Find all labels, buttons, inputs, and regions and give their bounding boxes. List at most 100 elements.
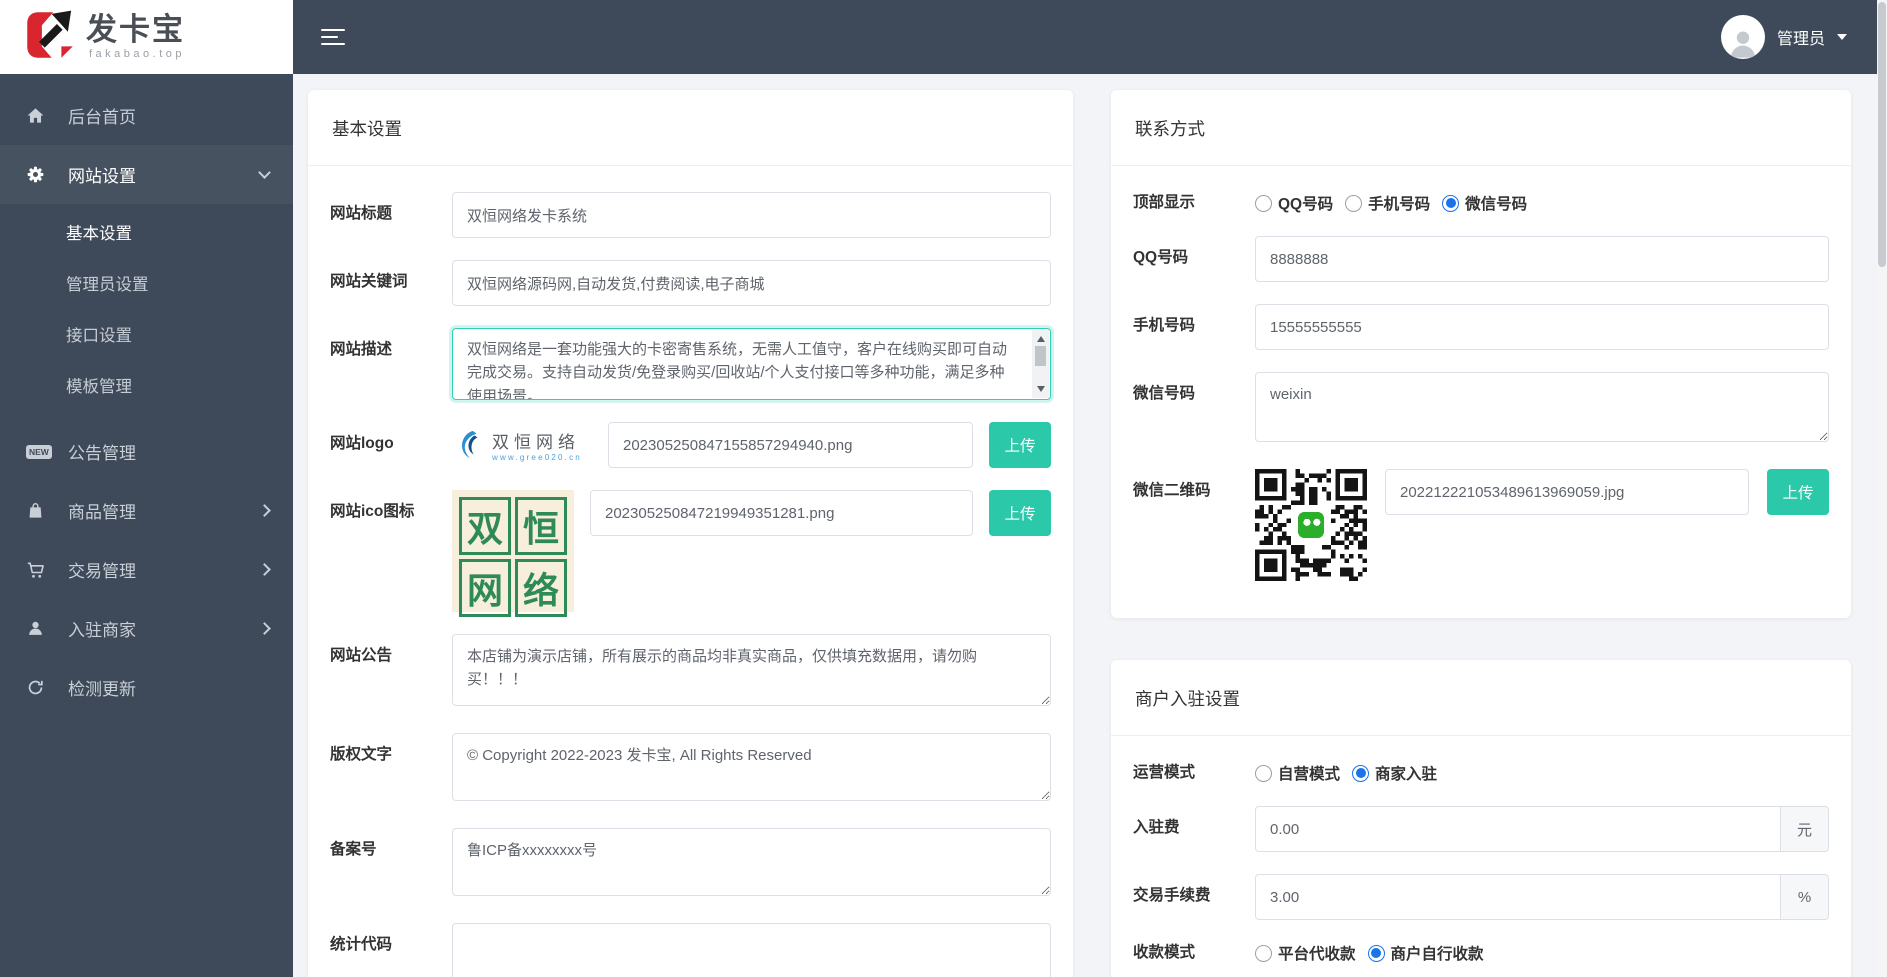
page-scrollbar[interactable] [1877, 0, 1887, 977]
sidebar-item-product-manage[interactable]: 商品管理 [0, 481, 293, 540]
radio-label: 微信号码 [1465, 196, 1528, 213]
site-ico-filename-input[interactable] [590, 490, 973, 536]
copyright-textarea[interactable]: © Copyright 2022-2023 发卡宝, All Rights Re… [452, 733, 1051, 801]
right-column: 联系方式 顶部显示 QQ号码 手机号码 微信号码 QQ号码 手机号码 [1111, 90, 1851, 977]
sidebar: 发卡宝 fakabao.top 后台首页 网站设置 基本设置 管理员设置 接口设… [0, 0, 293, 977]
sidebar-item-dashboard[interactable]: 后台首页 [0, 86, 293, 145]
sidebar-item-notice-manage[interactable]: NEW 公告管理 [0, 422, 293, 481]
form-row-fee-rate: 交易手续费 % [1133, 874, 1829, 920]
qq-number-input[interactable] [1255, 236, 1829, 282]
sidebar-item-label: 公告管理 [68, 444, 136, 463]
sidebar-item-trade-manage[interactable]: 交易管理 [0, 540, 293, 599]
wechat-id-textarea[interactable]: weixin [1255, 372, 1829, 442]
field-label: 版权文字 [330, 746, 393, 763]
radio-display-qq[interactable]: QQ号码 [1255, 192, 1333, 214]
site-keywords-input[interactable] [452, 260, 1051, 306]
radio-icon [1255, 194, 1272, 212]
radio-display-phone[interactable]: 手机号码 [1345, 192, 1430, 214]
brand-domain: fakabao.top [89, 48, 185, 61]
avatar [1720, 15, 1765, 59]
site-description-textarea[interactable]: 双恒网络是一套功能强大的卡密寄售系统，无需人工值守，客户在线购买即可自动完成交易… [452, 328, 1051, 400]
sidebar-item-label: 模板管理 [66, 377, 132, 396]
sidebar-item-api-settings[interactable]: 接口设置 [0, 308, 293, 359]
phone-number-input[interactable] [1255, 304, 1829, 350]
sidebar-item-check-update[interactable]: 检测更新 [0, 658, 293, 717]
form-row-top-display: 顶部显示 QQ号码 手机号码 微信号码 [1133, 192, 1829, 214]
form-row-wechat: 微信号码 weixin [1133, 372, 1829, 447]
contact-panel: 联系方式 顶部显示 QQ号码 手机号码 微信号码 QQ号码 手机号码 [1111, 90, 1851, 618]
chevron-right-icon [258, 622, 271, 635]
brand-logo-icon [24, 9, 76, 66]
field-label: 顶部显示 [1133, 193, 1196, 211]
sidebar-item-merchant[interactable]: 入驻商家 [0, 599, 293, 658]
field-label: 收款模式 [1133, 943, 1196, 961]
page-scrollbar-thumb[interactable] [1878, 2, 1886, 267]
sidebar-submenu: 基本设置 管理员设置 接口设置 模板管理 [0, 204, 293, 422]
form-row-site-notice: 网站公告 本店铺为演示店铺，所有展示的商品均非真实商品，仅供填充数据用，请勿购买… [330, 634, 1051, 711]
upload-qr-button[interactable]: 上传 [1767, 469, 1829, 515]
radio-platform-collect[interactable]: 平台代收款 [1255, 942, 1356, 964]
chevron-right-icon [258, 563, 271, 576]
unit-addon: % [1781, 874, 1829, 920]
form-row-copyright: 版权文字 © Copyright 2022-2023 发卡宝, All Righ… [330, 733, 1051, 806]
field-label: 微信二维码 [1133, 482, 1211, 499]
field-label: 网站关键词 [330, 273, 408, 290]
form-row-phone: 手机号码 [1133, 304, 1829, 350]
radio-merchant-mode[interactable]: 商家入驻 [1352, 762, 1437, 784]
radio-display-wechat[interactable]: 微信号码 [1442, 192, 1527, 214]
radio-selected-icon [1352, 764, 1370, 782]
field-label: QQ号码 [1133, 249, 1189, 266]
ico-char: 网 [459, 559, 511, 617]
field-label: 网站描述 [330, 341, 393, 358]
sidebar-menu: 后台首页 网站设置 基本设置 管理员设置 接口设置 模板管理 NEW 公告管理 … [0, 74, 293, 717]
chevron-down-icon [258, 166, 271, 179]
user-name: 管理员 [1776, 31, 1825, 48]
sidebar-item-basic-settings[interactable]: 基本设置 [0, 206, 293, 257]
user-menu[interactable]: 管理员 [1720, 15, 1847, 59]
home-icon [26, 106, 68, 125]
site-logo-preview: 双恒网络 www.gree020.cn [452, 423, 592, 467]
radio-icon [1255, 764, 1272, 782]
form-row-site-logo: 网站logo 双恒网络 www.gree020.cn 上传 [330, 422, 1051, 468]
field-label: 网站标题 [330, 205, 393, 222]
merchant-settings-panel: 商户入驻设置 运营模式 自营模式 商家入驻 入驻费 元 [1111, 660, 1851, 977]
radio-label: 手机号码 [1368, 196, 1431, 213]
brand-logo[interactable]: 发卡宝 fakabao.top [0, 0, 293, 74]
wechat-qr-filename-input[interactable] [1385, 469, 1749, 515]
radio-self-mode[interactable]: 自营模式 [1255, 762, 1340, 784]
sidebar-item-site-settings[interactable]: 网站设置 [0, 145, 293, 204]
unit-addon: 元 [1781, 806, 1829, 852]
site-notice-textarea[interactable]: 本店铺为演示店铺，所有展示的商品均非真实商品，仅供填充数据用，请勿购买！！！ [452, 634, 1051, 706]
upload-logo-button[interactable]: 上传 [989, 422, 1051, 468]
field-label: 运营模式 [1133, 763, 1196, 781]
panel-title: 联系方式 [1111, 90, 1851, 166]
textarea-scrollbar[interactable] [1032, 330, 1049, 398]
radio-merchant-collect[interactable]: 商户自行收款 [1367, 942, 1484, 964]
basic-settings-panel: 基本设置 网站标题 网站关键词 网站描述 双恒网络是一套功能强大的卡密寄售系统，… [308, 90, 1073, 977]
scroll-down-icon[interactable] [1036, 386, 1045, 392]
shopping-bag-icon [26, 501, 68, 520]
icp-textarea[interactable]: 鲁ICP备xxxxxxxx号 [452, 828, 1051, 896]
radio-icon [1345, 194, 1363, 212]
scroll-up-icon[interactable] [1036, 336, 1045, 342]
upload-ico-button[interactable]: 上传 [989, 490, 1051, 536]
sidebar-item-admin-settings[interactable]: 管理员设置 [0, 257, 293, 308]
site-description-text: 双恒网络是一套功能强大的卡密寄售系统，无需人工值守，客户在线购买即可自动完成交易… [467, 341, 1008, 400]
radio-label: 平台代收款 [1278, 946, 1356, 963]
sidebar-item-template-manage[interactable]: 模板管理 [0, 359, 293, 410]
form-row-site-title: 网站标题 [330, 192, 1051, 238]
logo-preview-text: 双恒网络 [492, 433, 580, 452]
sidebar-item-label: 接口设置 [66, 326, 132, 345]
scrollbar-thumb[interactable] [1035, 346, 1046, 366]
panel-title: 商户入驻设置 [1111, 660, 1851, 736]
form-row-qq: QQ号码 [1133, 236, 1829, 282]
site-title-input[interactable] [452, 192, 1051, 238]
menu-toggle-icon[interactable] [321, 28, 345, 46]
stats-code-textarea[interactable] [452, 923, 1051, 977]
field-label: 手机号码 [1133, 317, 1196, 334]
radio-selected-icon [1367, 944, 1385, 962]
entry-fee-input[interactable] [1255, 806, 1781, 852]
fee-rate-input[interactable] [1255, 874, 1781, 920]
site-logo-filename-input[interactable] [608, 422, 973, 468]
sidebar-item-label: 网站设置 [68, 167, 136, 186]
